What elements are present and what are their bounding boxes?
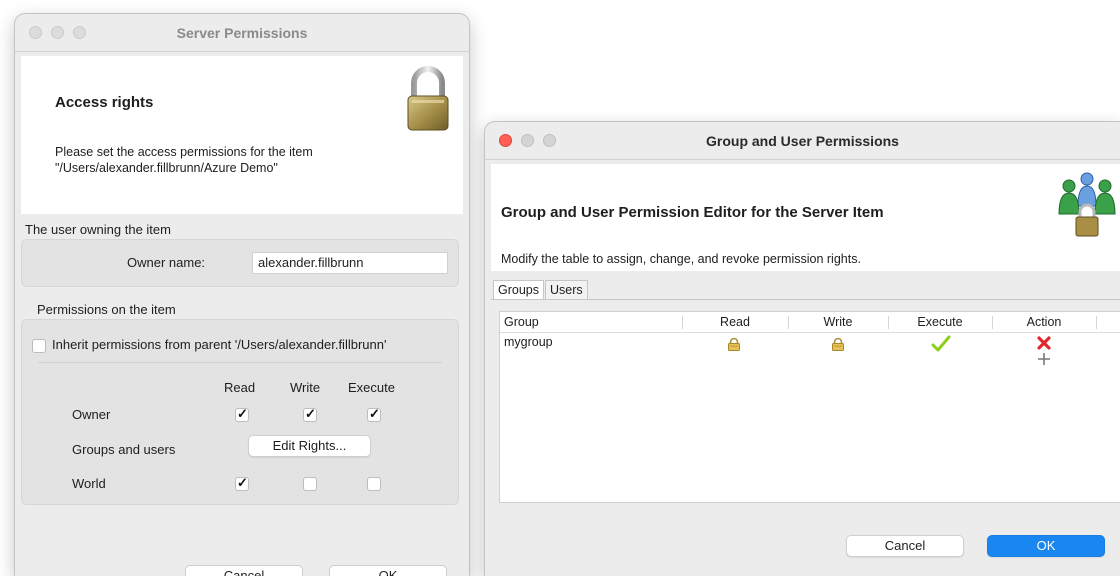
header-description: Modify the table to assign, change, and …	[501, 252, 861, 266]
edit-rights-button[interactable]: Edit Rights...	[248, 435, 371, 457]
permissions-table: Group Read Write Execute Action mygroup	[499, 311, 1120, 503]
owner-group-box: Owner name: alexander.fillbrunn	[21, 239, 459, 287]
header-read[interactable]: Read	[682, 315, 788, 329]
dialog-header: Access rights Please set the access perm…	[21, 56, 463, 214]
cancel-button[interactable]: Cancel	[846, 535, 964, 557]
column-header-write: Write	[290, 380, 321, 395]
header-group[interactable]: Group	[504, 315, 539, 329]
ok-button[interactable]: OK	[987, 535, 1105, 557]
ok-button[interactable]: OK	[329, 565, 447, 576]
world-read-checkbox[interactable]	[235, 475, 249, 491]
title-bar[interactable]: Server Permissions	[15, 14, 469, 52]
checkmark-icon[interactable]	[931, 335, 951, 356]
row-label-world: World	[72, 476, 106, 491]
world-execute-checkbox[interactable]	[367, 477, 381, 491]
divider	[38, 362, 442, 363]
row-label-groups: Groups and users	[72, 442, 176, 457]
permissions-group-box: Inherit permissions from parent '/Users/…	[21, 319, 459, 505]
column-header-read: Read	[224, 380, 256, 395]
tab-users[interactable]: Users	[545, 280, 588, 299]
tab-groups[interactable]: Groups	[493, 280, 544, 299]
window-title: Server Permissions	[176, 25, 308, 41]
inherit-permissions-checkbox[interactable]	[32, 338, 46, 353]
world-write-checkbox[interactable]	[303, 477, 317, 491]
lock-icon[interactable]	[831, 337, 845, 354]
lock-icon[interactable]	[727, 337, 741, 354]
window-title: Group and User Permissions	[706, 133, 899, 149]
header-title: Access rights	[55, 94, 154, 111]
add-plus-icon[interactable]	[1037, 352, 1051, 369]
header-execute[interactable]: Execute	[888, 315, 992, 329]
column-header-execute: Execute	[348, 380, 395, 395]
owner-name-input[interactable]: alexander.fillbrunn	[252, 252, 448, 274]
group-user-permissions-window: Group and User Permissions Group and Use…	[484, 121, 1120, 576]
header-divider	[500, 332, 1120, 333]
column-divider[interactable]	[1096, 316, 1097, 329]
server-permissions-window: Server Permissions Access rights Please …	[14, 13, 470, 576]
cancel-button[interactable]: Cancel	[185, 565, 303, 576]
dialog-header: Group and User Permission Editor for the…	[491, 164, 1120, 271]
tab-bar: Groups Users	[493, 280, 589, 299]
header-description: Please set the access permissions for th…	[55, 145, 313, 175]
owner-name-label: Owner name:	[127, 255, 206, 270]
title-bar[interactable]: Group and User Permissions	[485, 122, 1120, 160]
cell-group-name: mygroup	[504, 335, 553, 349]
owner-write-checkbox[interactable]	[303, 406, 317, 422]
owner-read-checkbox[interactable]	[235, 406, 249, 422]
row-label-owner: Owner	[72, 407, 111, 422]
header-title: Group and User Permission Editor for the…	[501, 204, 884, 221]
permissions-section-label: Permissions on the item	[37, 302, 176, 317]
owner-section-label: The user owning the item	[25, 222, 171, 237]
group-users-icon	[1056, 170, 1118, 241]
header-action[interactable]: Action	[992, 315, 1096, 329]
padlock-icon	[405, 64, 451, 135]
tab-divider	[491, 299, 1120, 300]
header-write[interactable]: Write	[788, 315, 888, 329]
delete-x-icon[interactable]	[1037, 336, 1051, 353]
owner-execute-checkbox[interactable]	[367, 406, 381, 422]
inherit-permissions-row[interactable]: Inherit permissions from parent '/Users/…	[32, 337, 386, 353]
inherit-permissions-label: Inherit permissions from parent '/Users/…	[52, 337, 387, 352]
